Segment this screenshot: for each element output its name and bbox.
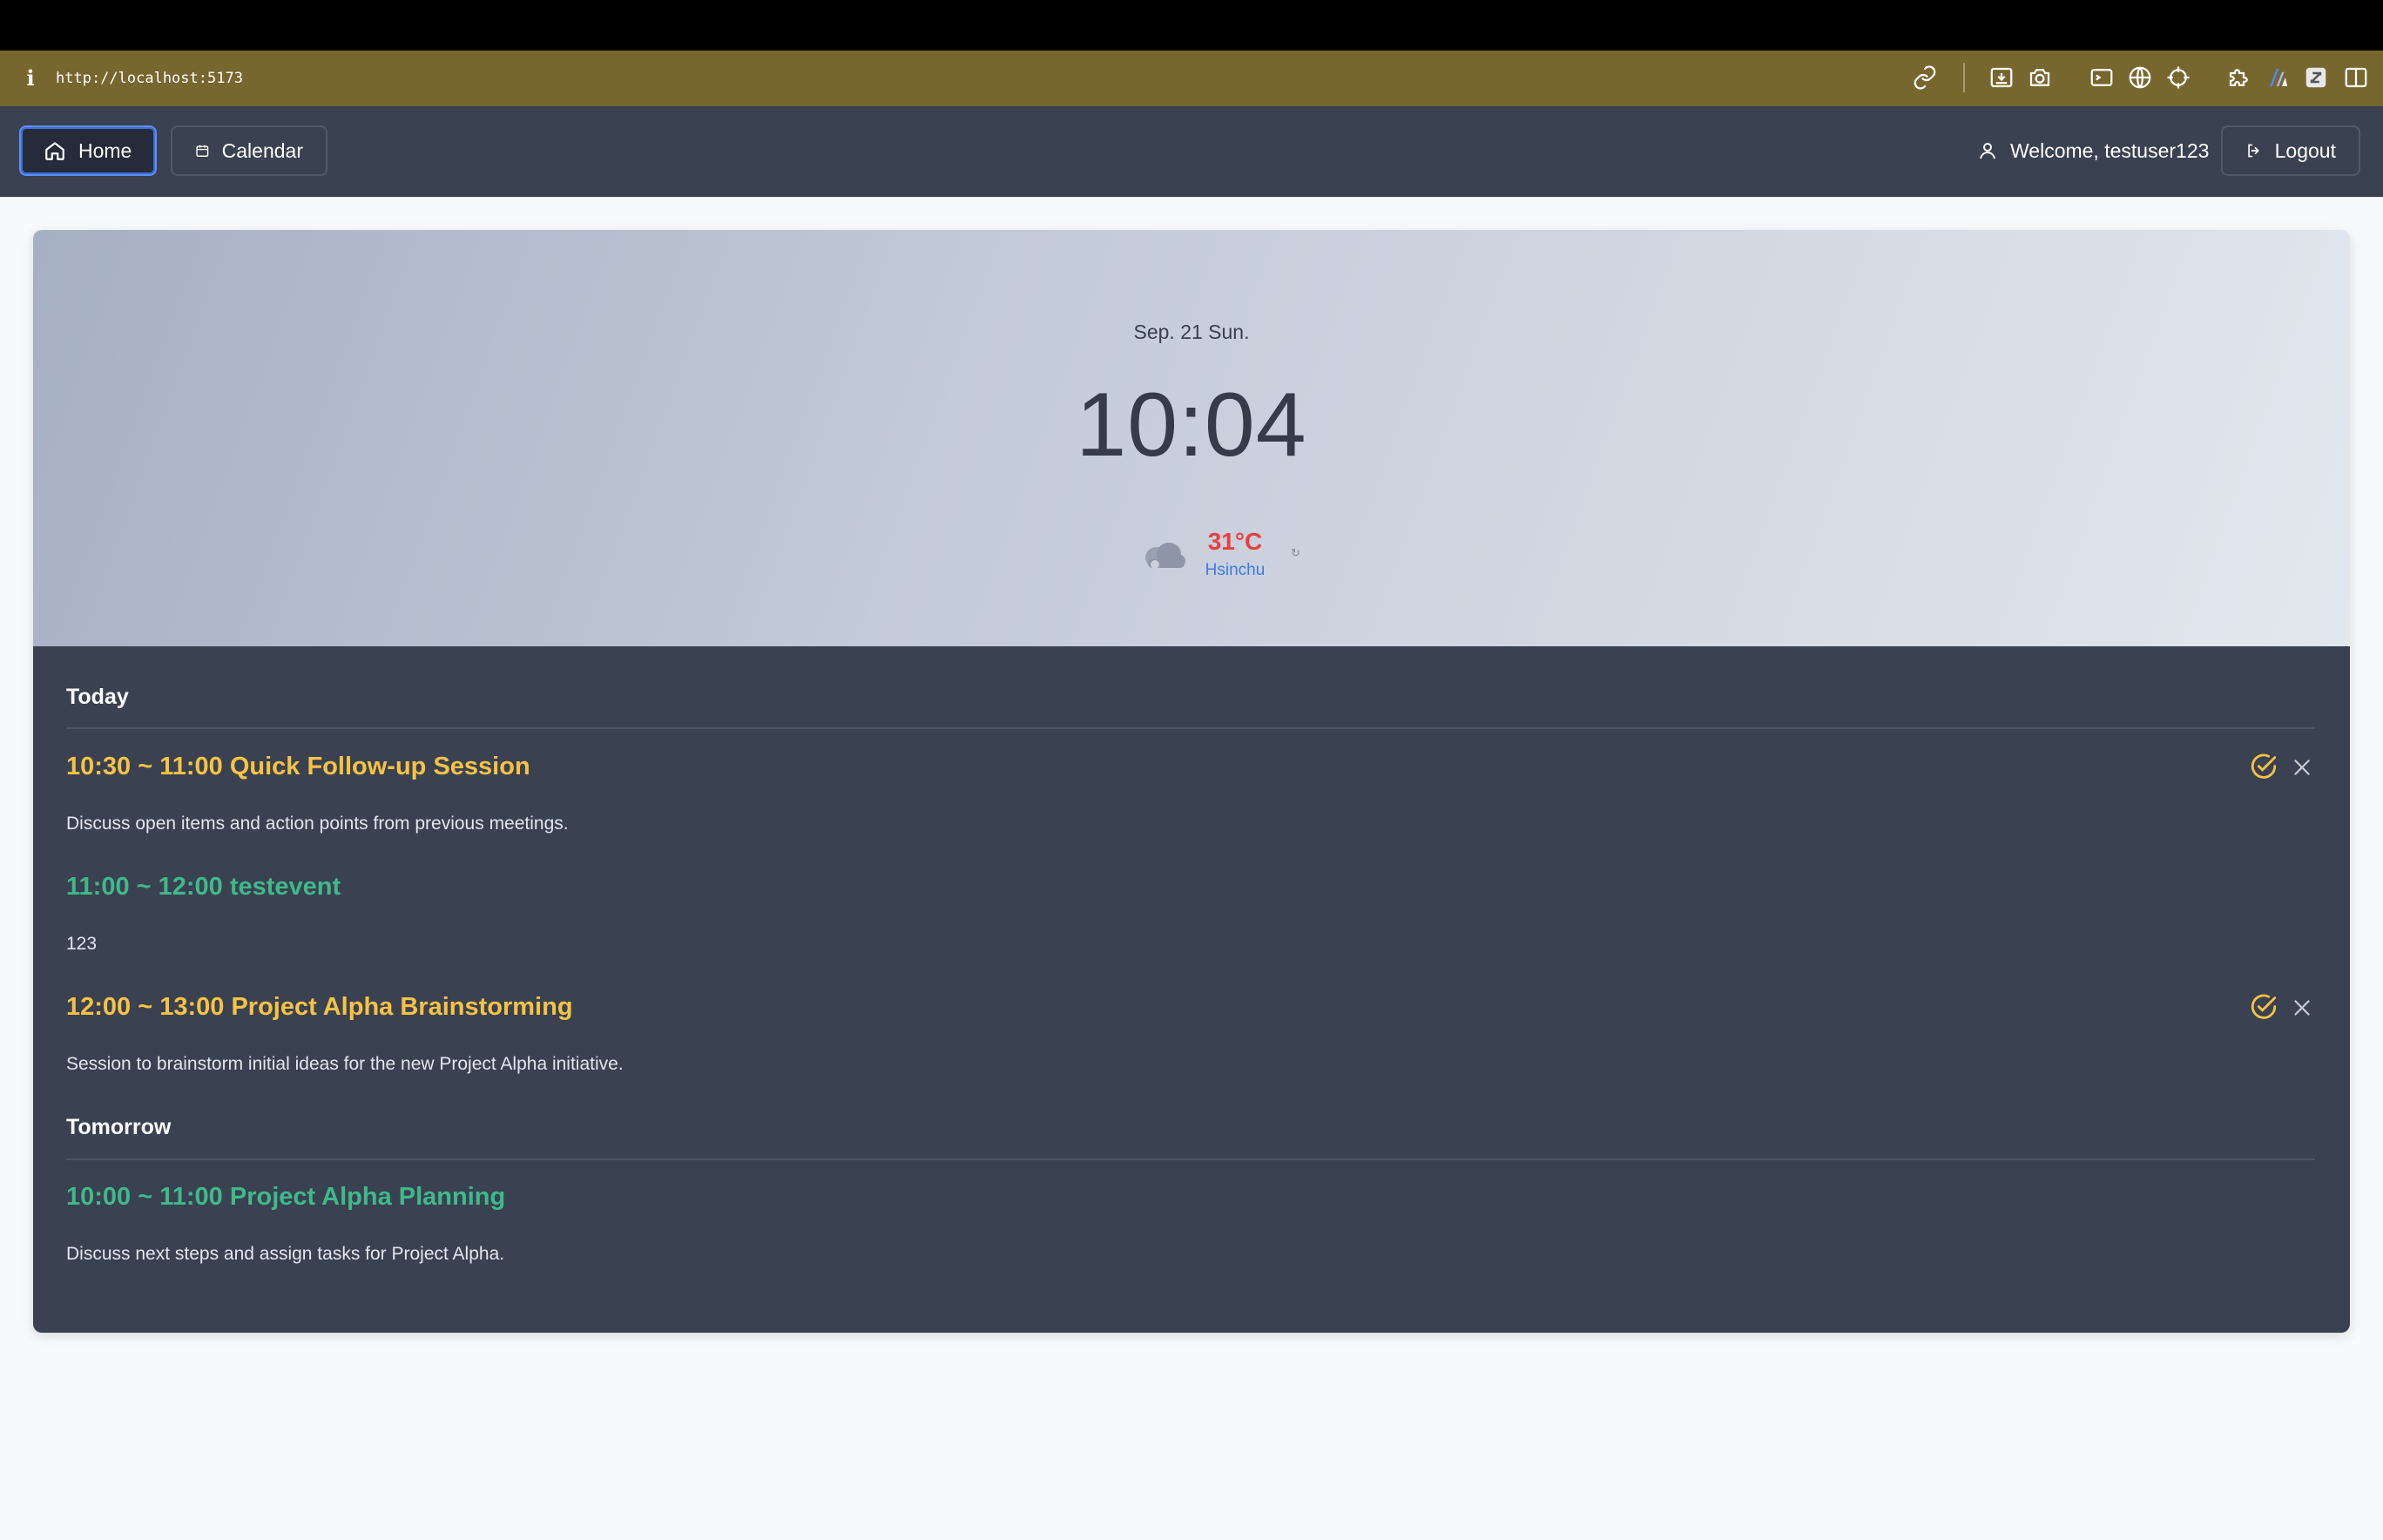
clock-panel: Sep. 21 Sun. 10:04 31°C Hsinchu ↻ bbox=[33, 230, 2350, 646]
schedule-panel: Today 10:30 ~ 11:00 Quick Follow-up Sess… bbox=[33, 646, 2350, 1333]
event-title[interactable]: 11:00 ~ 12:00 testevent bbox=[66, 873, 341, 902]
globe-icon[interactable] bbox=[2127, 64, 2153, 91]
welcome-text: Welcome, testuser123 bbox=[1977, 125, 2209, 176]
city-name: Hsinchu bbox=[1205, 561, 1266, 579]
window-top-bar bbox=[0, 0, 2383, 51]
close-icon[interactable] bbox=[2291, 756, 2313, 779]
home-label: Home bbox=[78, 138, 132, 162]
crosshair-icon[interactable] bbox=[2165, 64, 2191, 91]
dashboard-card: Sep. 21 Sun. 10:04 31°C Hsinchu ↻ Today … bbox=[33, 230, 2350, 1333]
date-display: Sep. 21 Sun. bbox=[1133, 321, 1250, 343]
close-icon[interactable] bbox=[2291, 996, 2313, 1019]
z-logo-icon[interactable] bbox=[2303, 64, 2329, 91]
event-actions bbox=[2249, 993, 2319, 1023]
logout-icon bbox=[2248, 144, 2259, 158]
weather-widget: 31°C Hsinchu ↻ bbox=[1110, 526, 1319, 582]
logout-label: Logout bbox=[2274, 138, 2336, 162]
toolbar-separator bbox=[1963, 63, 1965, 92]
event-title[interactable]: 12:00 ~ 13:00 Project Alpha Brainstormin… bbox=[66, 993, 573, 1022]
event-title[interactable]: 10:00 ~ 11:00 Project Alpha Planning bbox=[66, 1183, 505, 1212]
today-heading: Today bbox=[66, 685, 129, 709]
a-logo-icon[interactable] bbox=[2265, 64, 2291, 91]
url-text[interactable]: http://localhost:5173 bbox=[56, 68, 243, 89]
event-description: Discuss next steps and assign tasks for … bbox=[66, 1244, 505, 1264]
temperature: 31°C bbox=[1207, 528, 1263, 555]
app-navbar: Home Calendar Welcome, testuser123 Logou… bbox=[0, 106, 2383, 197]
check-circle-icon[interactable] bbox=[2249, 993, 2278, 1023]
extensions-icon[interactable] bbox=[2226, 64, 2252, 91]
terminal-icon[interactable] bbox=[2089, 64, 2115, 91]
calendar-button[interactable]: Calendar bbox=[171, 125, 327, 176]
info-icon[interactable]: i bbox=[23, 66, 38, 91]
check-circle-icon[interactable] bbox=[2249, 753, 2278, 782]
event-description: 123 bbox=[66, 934, 98, 954]
tomorrow-divider bbox=[66, 1158, 2315, 1160]
camera-icon[interactable] bbox=[2027, 64, 2053, 91]
tomorrow-heading: Tomorrow bbox=[66, 1115, 172, 1139]
welcome-label: Welcome, testuser123 bbox=[2010, 138, 2210, 162]
refresh-icon[interactable]: ↻ bbox=[1291, 547, 1303, 559]
home-icon bbox=[45, 142, 64, 160]
today-divider bbox=[66, 727, 2315, 729]
home-button[interactable]: Home bbox=[19, 125, 157, 176]
event-description: Discuss open items and action points fro… bbox=[66, 814, 569, 834]
calendar-label: Calendar bbox=[221, 138, 303, 162]
user-icon bbox=[1980, 143, 1995, 159]
sidebar-toggle-icon[interactable] bbox=[2343, 64, 2369, 91]
calendar-icon bbox=[196, 145, 209, 157]
time-display: 10:04 bbox=[1076, 375, 1307, 476]
event-title[interactable]: 10:30 ~ 11:00 Quick Follow-up Session bbox=[66, 753, 530, 781]
browser-address-bar: i http://localhost:5173 bbox=[0, 51, 2383, 106]
cloud-icon bbox=[1145, 543, 1185, 569]
event-description: Session to brainstorm initial ideas for … bbox=[66, 1054, 624, 1074]
link-icon[interactable] bbox=[1912, 64, 1938, 91]
event-actions bbox=[2249, 753, 2319, 782]
download-box-icon[interactable] bbox=[1988, 64, 2015, 91]
logout-button[interactable]: Logout bbox=[2221, 125, 2360, 176]
